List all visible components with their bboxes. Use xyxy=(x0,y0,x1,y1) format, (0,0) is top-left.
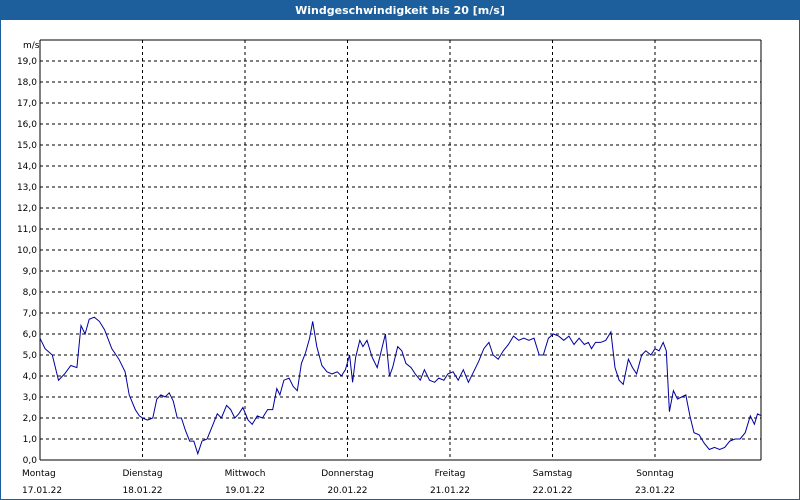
x-day-label: Donnerstag xyxy=(321,469,374,479)
y-tick-label: 8,0 xyxy=(23,288,38,298)
y-tick-label: 11,0 xyxy=(17,225,37,235)
wind-speed-chart: 0,0 1,0 2,0 3,0 4,0 5,0 6,0 7,0 8,0 9,0 10,0 11,0 12… xyxy=(17,39,762,496)
y-tick-label: 17,0 xyxy=(17,99,37,109)
y-tick-label: 15,0 xyxy=(17,141,37,151)
y-tick-label: 14,0 xyxy=(17,162,37,172)
y-tick-label: 0,0 xyxy=(23,456,38,466)
x-day-label: Samstag xyxy=(533,469,572,479)
y-tick-label: 3,0 xyxy=(23,393,38,403)
y-tick-label: 6,0 xyxy=(23,330,38,340)
x-date-label: 20.01.22 xyxy=(327,486,367,496)
y-tick-label: 13,0 xyxy=(17,183,37,193)
x-date-label: 21.01.22 xyxy=(430,486,470,496)
x-date-label: 23.01.22 xyxy=(635,486,675,496)
y-tick-label: 10,0 xyxy=(17,246,37,256)
x-date-label: 19.01.22 xyxy=(225,486,265,496)
x-day-label: Dienstag xyxy=(122,469,162,479)
x-day-label: Montag xyxy=(22,469,56,479)
y-tick-label: 16,0 xyxy=(17,120,37,130)
x-date-label: 18.01.22 xyxy=(122,486,162,496)
x-date-label: 22.01.22 xyxy=(532,486,572,496)
y-tick-label: 12,0 xyxy=(17,204,37,214)
y-tick-label: 2,0 xyxy=(23,414,38,424)
x-day-label: Mittwoch xyxy=(225,469,266,479)
x-day-label: Freitag xyxy=(435,469,466,479)
y-tick-label: 4,0 xyxy=(23,372,38,382)
x-date-label: 17.01.22 xyxy=(22,486,62,496)
y-tick-label: 1,0 xyxy=(23,435,38,445)
y-tick-label: 7,0 xyxy=(23,309,38,319)
y-tick-label: 19,0 xyxy=(17,57,37,67)
x-day-label: Sonntag xyxy=(636,469,673,479)
y-tick-label: 9,0 xyxy=(23,267,38,277)
y-tick-label: 5,0 xyxy=(23,351,38,361)
y-tick-label: 18,0 xyxy=(17,78,37,88)
